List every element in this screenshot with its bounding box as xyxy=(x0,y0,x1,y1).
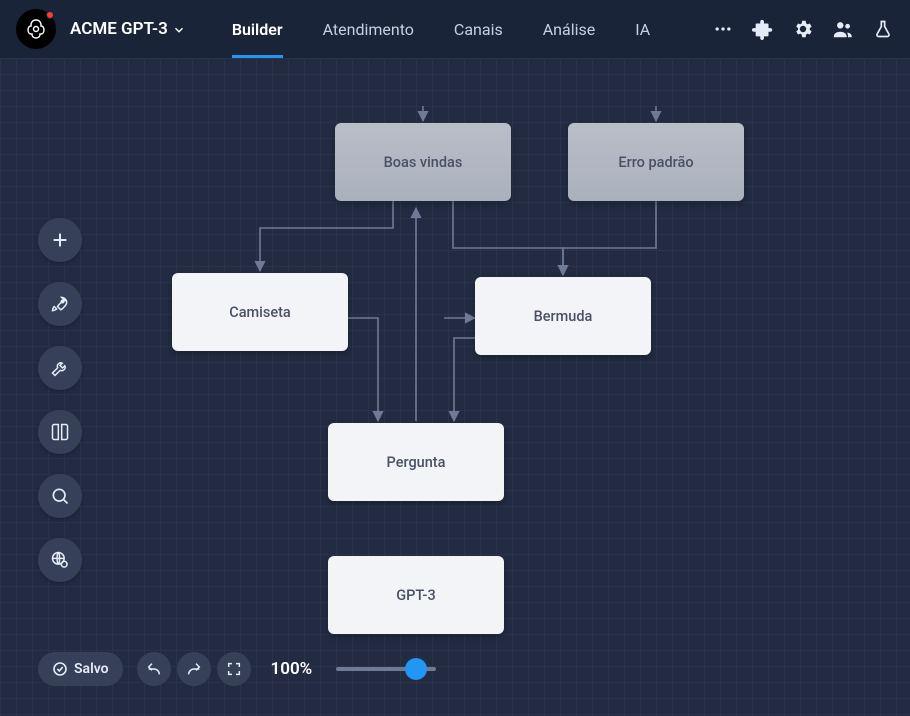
redo-icon xyxy=(186,661,202,677)
workspace-switcher[interactable]: ACME GPT-3 xyxy=(70,19,186,39)
book-icon xyxy=(50,422,70,442)
settings-button[interactable] xyxy=(38,346,82,390)
node-gpt3[interactable]: GPT-3 xyxy=(328,556,504,634)
tab-builder[interactable]: Builder xyxy=(212,0,303,58)
zoom-slider-thumb[interactable] xyxy=(405,658,427,680)
extension-icon[interactable] xyxy=(752,18,774,40)
plus-icon xyxy=(49,229,71,251)
flow-canvas[interactable]: Boas vindas Erro padrão Camiseta Bermuda… xyxy=(0,58,910,716)
zoom-level: 100% xyxy=(271,659,313,679)
app-header: ACME GPT-3 Builder Atendimento Canais An… xyxy=(0,0,910,58)
add-button[interactable] xyxy=(38,218,82,262)
zoom-slider[interactable] xyxy=(336,667,436,671)
notification-dot-icon xyxy=(46,11,54,19)
gear-icon[interactable] xyxy=(792,18,814,40)
workspace-name: ACME GPT-3 xyxy=(70,19,168,39)
tool-dock xyxy=(38,218,82,582)
undo-icon xyxy=(146,661,162,677)
bottom-bar: Salvo 100% xyxy=(38,652,436,686)
check-circle-icon xyxy=(52,661,68,677)
node-label: Boas vindas xyxy=(384,154,463,171)
globe-gear-icon xyxy=(50,550,70,570)
flask-icon[interactable] xyxy=(872,18,894,40)
maximize-icon xyxy=(226,661,242,677)
node-label: Pergunta xyxy=(387,454,446,471)
app-logo[interactable] xyxy=(16,9,56,49)
node-label: Bermuda xyxy=(534,308,593,325)
save-status: Salvo xyxy=(38,652,123,686)
global-settings-button[interactable] xyxy=(38,538,82,582)
tab-canais[interactable]: Canais xyxy=(434,0,523,58)
undo-button[interactable] xyxy=(137,652,171,686)
main-tabs: Builder Atendimento Canais Análise IA xyxy=(212,0,670,58)
magnifier-icon xyxy=(50,486,70,506)
node-boas-vindas[interactable]: Boas vindas xyxy=(335,123,511,201)
wrench-icon xyxy=(50,358,70,378)
more-icon[interactable] xyxy=(712,18,734,40)
header-icon-group xyxy=(712,18,894,40)
node-label: Camiseta xyxy=(229,304,290,321)
node-erro-padrao[interactable]: Erro padrão xyxy=(568,123,744,201)
tab-ia[interactable]: IA xyxy=(615,0,670,58)
save-status-label: Salvo xyxy=(74,661,109,677)
tab-analise[interactable]: Análise xyxy=(523,0,616,58)
node-label: GPT-3 xyxy=(396,587,435,604)
node-bermuda[interactable]: Bermuda xyxy=(475,277,651,355)
chevron-down-icon xyxy=(172,23,186,37)
redo-button[interactable] xyxy=(177,652,211,686)
node-pergunta[interactable]: Pergunta xyxy=(328,423,504,501)
search-button[interactable] xyxy=(38,474,82,518)
rocket-icon xyxy=(50,294,70,314)
tab-atendimento[interactable]: Atendimento xyxy=(303,0,434,58)
fit-view-button[interactable] xyxy=(217,652,251,686)
docs-button[interactable] xyxy=(38,410,82,454)
node-camiseta[interactable]: Camiseta xyxy=(172,273,348,351)
users-icon[interactable] xyxy=(832,18,854,40)
node-label: Erro padrão xyxy=(618,154,693,171)
publish-button[interactable] xyxy=(38,282,82,326)
